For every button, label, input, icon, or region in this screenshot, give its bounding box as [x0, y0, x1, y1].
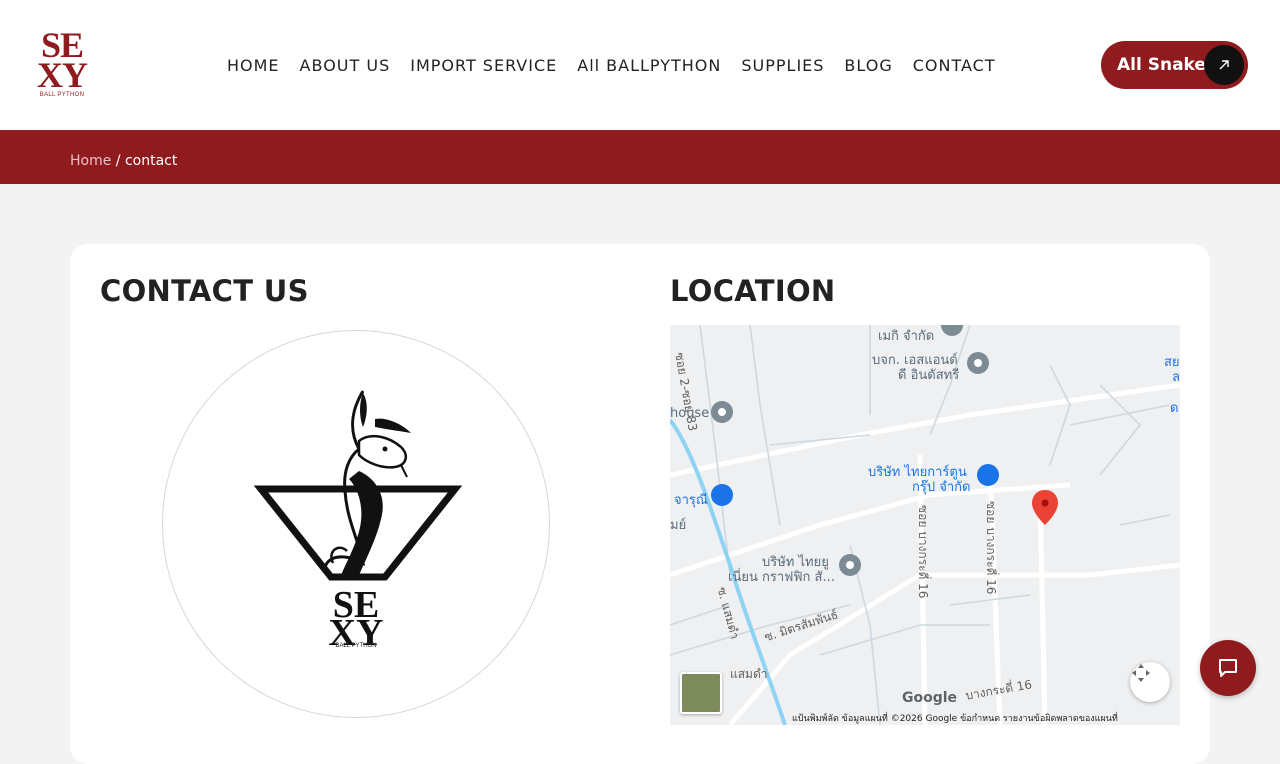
chat-button[interactable]	[1200, 640, 1256, 696]
nav-blog[interactable]: BLOG	[844, 56, 892, 75]
map-label-edge3: ด	[1170, 401, 1179, 416]
nav-home[interactable]: HOME	[227, 56, 280, 75]
nav-contact[interactable]: CONTACT	[913, 56, 996, 75]
map-attribution[interactable]: แป้นพิมพ์ลัด ข้อมูลแผนที่ ©2026 Google ข…	[792, 711, 1118, 725]
breadcrumb-home[interactable]: Home	[70, 153, 111, 169]
breadcrumb: Home / contact	[70, 153, 177, 169]
contact-card: CONTACT US SE XY BALL PYTHON LOCATION เม…	[70, 244, 1210, 764]
breadcrumb-current: contact	[124, 153, 178, 169]
nav-all-ballpython[interactable]: All BALLPYTHON	[577, 56, 721, 75]
location-title: LOCATION	[670, 274, 836, 308]
site-logo[interactable]: SE XY BALL PYTHON	[30, 27, 94, 102]
map-label-company4b: เนี่ยน กราฟฟิก สั...	[728, 570, 835, 585]
map-label-edge4: มย์	[670, 518, 687, 533]
site-header: SE XY BALL PYTHON HOME ABOUT US IMPORT S…	[0, 0, 1280, 130]
breadcrumb-bar: Home / contact	[0, 130, 1280, 184]
google-logo: Google	[902, 690, 958, 706]
map-label-company3b: กรุ๊ป จำกัด	[912, 480, 971, 495]
map-label-road6: แสมดำ	[730, 667, 768, 681]
satellite-toggle[interactable]	[680, 672, 722, 714]
all-snake-label: All Snake	[1117, 55, 1206, 75]
breadcrumb-separator: /	[111, 153, 125, 169]
map-label-company2b: ดี อินดัสทรี	[898, 368, 960, 383]
nav-supplies[interactable]: SUPPLIES	[741, 56, 824, 75]
map-label-company1: เมกิ จำกัด	[878, 329, 935, 344]
nav-about-us[interactable]: ABOUT US	[300, 56, 391, 75]
map-pan-control[interactable]	[1130, 662, 1170, 702]
arrow-up-right-icon	[1204, 45, 1244, 85]
map-label-edge2: ล	[1172, 370, 1180, 385]
main-nav: HOME ABOUT US IMPORT SERVICE All BALLPYT…	[227, 56, 1016, 75]
chat-icon	[1219, 659, 1237, 677]
contact-title: CONTACT US	[100, 274, 309, 308]
logo-text-line2: XY	[37, 55, 88, 95]
move-arrows-icon	[1132, 664, 1150, 682]
emblem-tagline: BALL PYTHON	[335, 643, 377, 649]
bunny-snake-emblem	[253, 390, 463, 581]
map-label-road2: ซอย บางกระดี่ 16	[916, 505, 930, 599]
all-snake-button[interactable]: All Snake	[1101, 41, 1248, 89]
map-label-road3: ซอย บางกระดี่ 16	[984, 501, 998, 595]
map-label-store: จารุณี	[674, 493, 708, 508]
location-map[interactable]: เมกิ จำกัด บจก. เอสแอนด์ ดี อินดัสทรี ho…	[670, 325, 1180, 725]
nav-import-service[interactable]: IMPORT SERVICE	[410, 56, 557, 75]
brand-logo-image: SE XY BALL PYTHON	[162, 330, 550, 718]
